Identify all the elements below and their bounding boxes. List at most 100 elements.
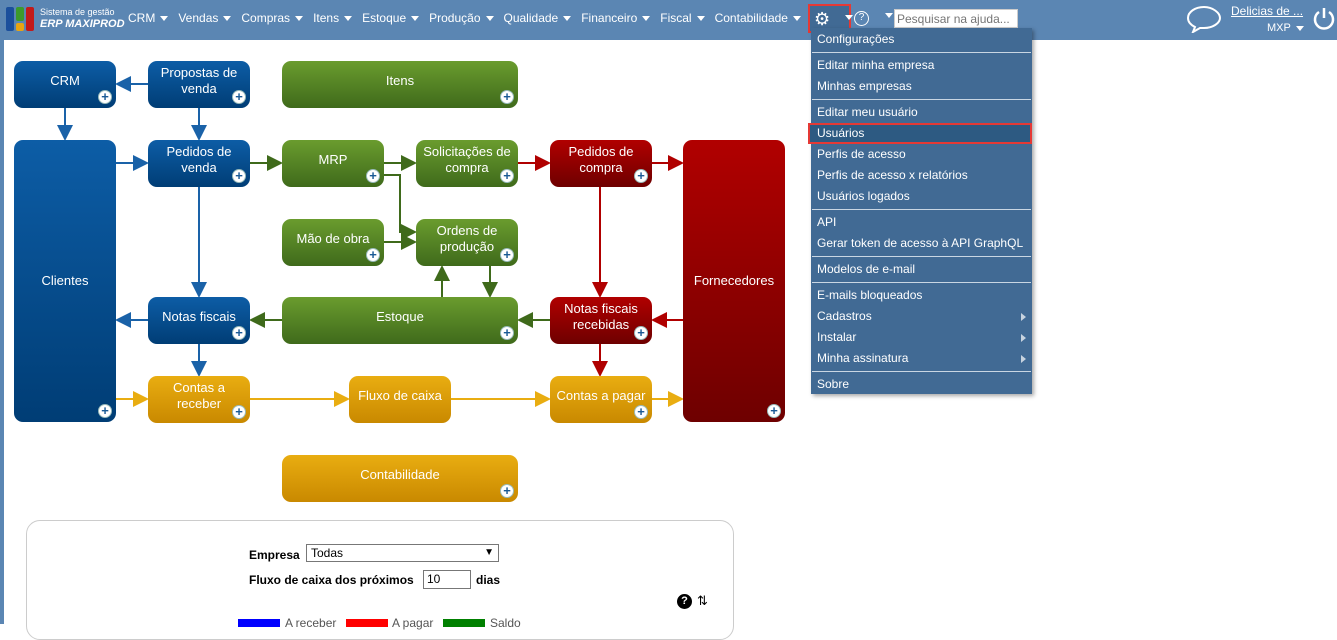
- add-icon[interactable]: +: [366, 248, 380, 262]
- flow-node-solicitacoes[interactable]: Solicitações de compra +: [416, 140, 518, 187]
- days-input[interactable]: 10: [423, 570, 471, 589]
- add-icon[interactable]: +: [500, 484, 514, 498]
- menu-item-label: Minha assinatura: [817, 351, 909, 365]
- node-label: Propostas de venda: [160, 64, 238, 96]
- chevron-down-icon: [845, 15, 853, 20]
- node-label: Clientes: [41, 273, 89, 288]
- flow-node-itens[interactable]: Itens +: [282, 61, 518, 108]
- add-icon[interactable]: +: [500, 248, 514, 262]
- power-icon[interactable]: [1313, 6, 1335, 30]
- node-label: Fluxo de caixa: [358, 387, 442, 403]
- add-icon[interactable]: +: [232, 326, 246, 340]
- flow-node-clientes[interactable]: Clientes +: [14, 140, 116, 422]
- flow-node-pedidos-compra[interactable]: Pedidos de compra +: [550, 140, 652, 187]
- menu-item[interactable]: Usuários: [808, 123, 1032, 144]
- settings-dropdown-menu: Configurações Editar minha empresa Minhas …: [808, 28, 1032, 395]
- node-label: CRM: [50, 72, 80, 88]
- menu-item[interactable]: Modelos de e-mail: [811, 259, 1032, 280]
- menu-item[interactable]: Editar minha empresa: [811, 55, 1032, 76]
- fluxo-label: Fluxo de caixa dos próximos: [249, 573, 414, 587]
- flow-node-pedidos-venda[interactable]: Pedidos de venda +: [148, 140, 250, 187]
- chevron-right-icon: [1021, 313, 1026, 321]
- menu-item[interactable]: Perfis de acesso x relatórios: [811, 165, 1032, 186]
- menu-item-label: Minhas empresas: [817, 79, 912, 93]
- gear-icon: ⚙: [814, 9, 831, 29]
- add-icon[interactable]: +: [500, 169, 514, 183]
- flow-node-estoque[interactable]: Estoque +: [282, 297, 518, 344]
- flow-node-mrp[interactable]: MRP +: [282, 140, 384, 187]
- menu-separator: [812, 99, 1031, 100]
- node-label: Contas a pagar: [556, 387, 646, 403]
- help-icon[interactable]: ?: [854, 11, 869, 26]
- legend-label: A pagar: [392, 616, 434, 630]
- company-selector[interactable]: MXP: [1267, 22, 1304, 34]
- menu-item-label: Perfis de acesso: [817, 147, 906, 161]
- node-label: Solicitações de compra: [423, 143, 511, 175]
- menu-item-label: Perfis de acesso x relatórios: [817, 168, 968, 182]
- legend-label: Saldo: [490, 616, 521, 630]
- menu-item[interactable]: Usuários logados: [811, 186, 1032, 207]
- flow-node-mao-obra[interactable]: Mão de obra +: [282, 219, 384, 266]
- add-icon[interactable]: +: [500, 326, 514, 340]
- help-search-input[interactable]: [894, 9, 1018, 28]
- node-label: Notas fiscais recebidas: [564, 300, 638, 332]
- add-icon[interactable]: +: [232, 405, 246, 419]
- node-label: Contabilidade: [360, 466, 440, 482]
- flow-node-ordens[interactable]: Ordens de produção +: [416, 219, 518, 266]
- menu-item[interactable]: Minha assinatura: [811, 348, 1032, 369]
- menu-item[interactable]: Editar meu usuário: [811, 102, 1032, 123]
- menu-item[interactable]: Minhas empresas: [811, 76, 1032, 97]
- empresa-select[interactable]: Todas ▼: [306, 544, 499, 562]
- add-icon[interactable]: +: [634, 326, 648, 340]
- flow-node-crm[interactable]: CRM +: [14, 61, 116, 108]
- menu-item[interactable]: Instalar: [811, 327, 1032, 348]
- menu-item-label: Usuários: [817, 126, 865, 140]
- node-label: MRP: [318, 151, 348, 167]
- menu-item-label: Sobre: [817, 377, 850, 391]
- menu-item-label: Modelos de e-mail: [817, 262, 916, 276]
- menu-item-label: Cadastros: [817, 309, 872, 323]
- add-icon[interactable]: +: [366, 169, 380, 183]
- menu-separator: [812, 282, 1031, 283]
- user-company-link[interactable]: Delicias de ...: [1231, 4, 1303, 18]
- menu-item-label: Usuários logados: [817, 189, 910, 203]
- menu-item[interactable]: Perfis de acesso: [811, 144, 1032, 165]
- node-label: Mão de obra: [296, 230, 370, 246]
- company-code: MXP: [1267, 22, 1291, 34]
- add-icon[interactable]: +: [98, 404, 112, 418]
- chevron-right-icon: [1021, 334, 1026, 342]
- flow-node-fornecedores[interactable]: Fornecedores +: [683, 140, 785, 422]
- refresh-icon[interactable]: ⇅: [697, 593, 708, 609]
- add-icon[interactable]: +: [634, 169, 648, 183]
- flow-node-contas-receber[interactable]: Contas a receber +: [148, 376, 250, 423]
- chevron-down-icon: [1295, 25, 1304, 31]
- menu-item[interactable]: Configurações: [811, 29, 1032, 50]
- add-icon[interactable]: +: [232, 169, 246, 183]
- flow-node-contabilidade[interactable]: Contabilidade +: [282, 455, 518, 502]
- node-label: Contas a receber: [172, 379, 226, 411]
- menu-item[interactable]: Cadastros: [811, 306, 1032, 327]
- chat-icon[interactable]: [1186, 5, 1222, 33]
- add-icon[interactable]: +: [98, 90, 112, 104]
- empresa-value: Todas: [311, 546, 344, 560]
- flow-node-propostas[interactable]: Propostas de venda +: [148, 61, 250, 108]
- menu-separator: [812, 52, 1031, 53]
- flow-node-notas-recebidas[interactable]: Notas fiscais recebidas +: [550, 297, 652, 344]
- menu-item[interactable]: Gerar token de acesso à API GraphQL: [811, 233, 1032, 254]
- menu-item-label: Editar meu usuário: [817, 105, 918, 119]
- menu-separator: [812, 256, 1031, 257]
- legend-swatch: [238, 619, 280, 627]
- menu-item[interactable]: API: [811, 212, 1032, 233]
- add-icon[interactable]: +: [634, 405, 648, 419]
- add-icon[interactable]: +: [767, 404, 781, 418]
- menu-item[interactable]: Sobre: [811, 374, 1032, 395]
- arrow: [384, 174, 417, 240]
- add-icon[interactable]: +: [500, 90, 514, 104]
- add-icon[interactable]: +: [232, 90, 246, 104]
- menu-item[interactable]: E-mails bloqueados: [811, 285, 1032, 306]
- flow-node-fluxo[interactable]: Fluxo de caixa: [349, 376, 451, 423]
- flow-node-contas-pagar[interactable]: Contas a pagar +: [550, 376, 652, 423]
- help-dropdown-icon[interactable]: [885, 13, 893, 18]
- flow-node-notas[interactable]: Notas fiscais +: [148, 297, 250, 344]
- help-icon[interactable]: ?: [677, 594, 692, 609]
